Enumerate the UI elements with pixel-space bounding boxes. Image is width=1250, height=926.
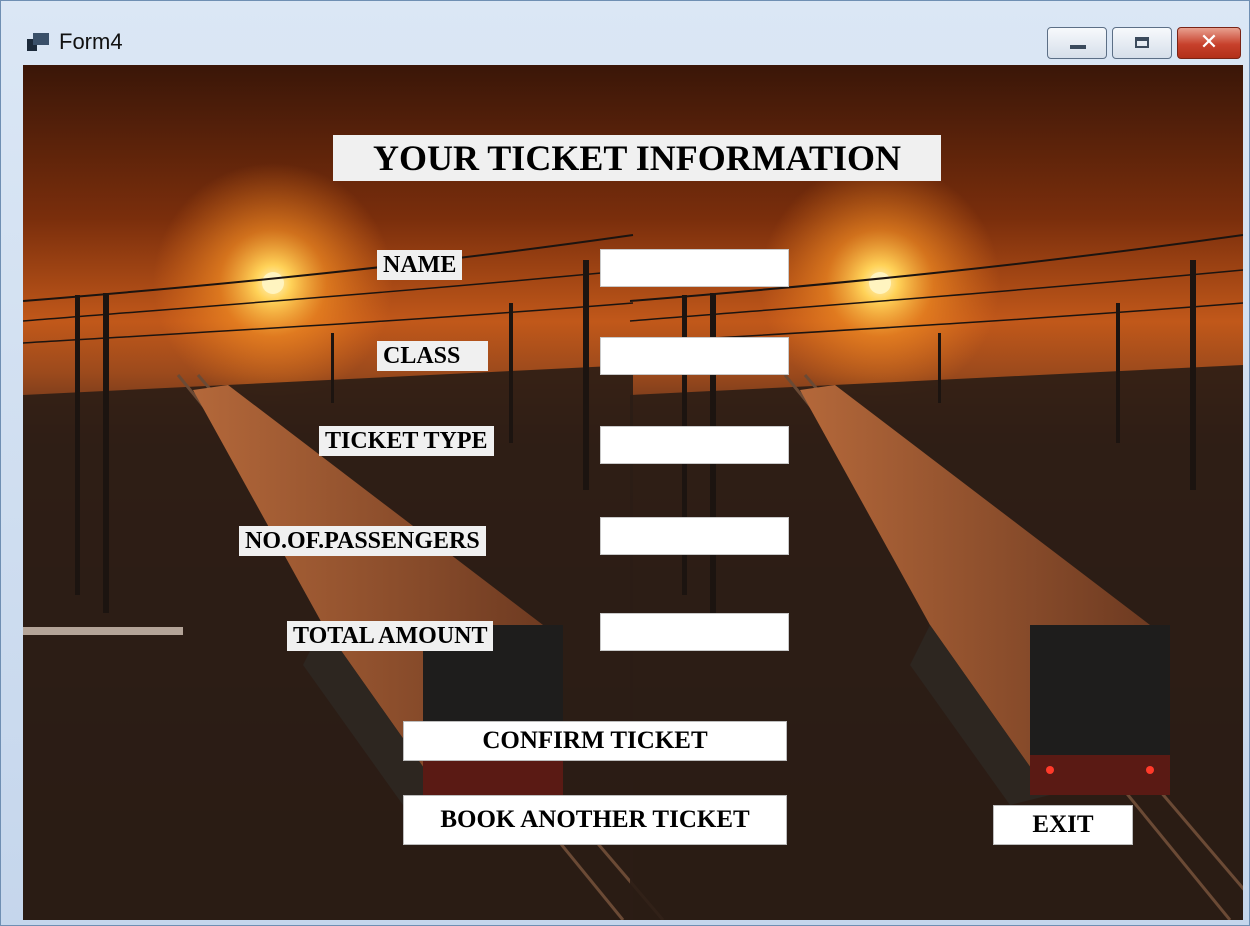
total-amount-label: TOTAL AMOUNT	[287, 621, 494, 651]
name-label: NAME	[377, 250, 463, 280]
minimize-button[interactable]	[1047, 27, 1107, 59]
passengers-input[interactable]	[600, 517, 789, 555]
class-label: CLASS	[377, 341, 488, 371]
maximize-button[interactable]	[1112, 27, 1172, 59]
app-window: Form4 ✕ YOUR TICKET INFORMATION NAME CLA…	[0, 0, 1250, 926]
close-icon: ✕	[1199, 30, 1219, 55]
background-train-sunset-image	[23, 65, 1243, 920]
class-input[interactable]	[600, 337, 789, 375]
maximize-icon	[1135, 37, 1149, 48]
close-button[interactable]: ✕	[1177, 27, 1241, 59]
confirm-ticket-button[interactable]: CONFIRM TICKET	[403, 721, 787, 761]
passengers-label: NO.OF.PASSENGERS	[239, 526, 486, 556]
total-amount-input[interactable]	[600, 613, 789, 651]
page-title: YOUR TICKET INFORMATION	[333, 135, 941, 181]
form-client-area: YOUR TICKET INFORMATION NAME CLASS TICKE…	[23, 65, 1243, 920]
name-input[interactable]	[600, 249, 789, 287]
book-another-ticket-button[interactable]: BOOK ANOTHER TICKET	[403, 795, 787, 845]
window-title: Form4	[59, 29, 123, 54]
title-bar[interactable]: Form4 ✕	[1, 1, 1249, 65]
exit-button[interactable]: EXIT	[993, 805, 1133, 845]
form-window-icon	[27, 33, 49, 51]
minimize-icon	[1070, 45, 1086, 49]
ticket-type-input[interactable]	[600, 426, 789, 464]
ticket-type-label: TICKET TYPE	[319, 426, 494, 456]
